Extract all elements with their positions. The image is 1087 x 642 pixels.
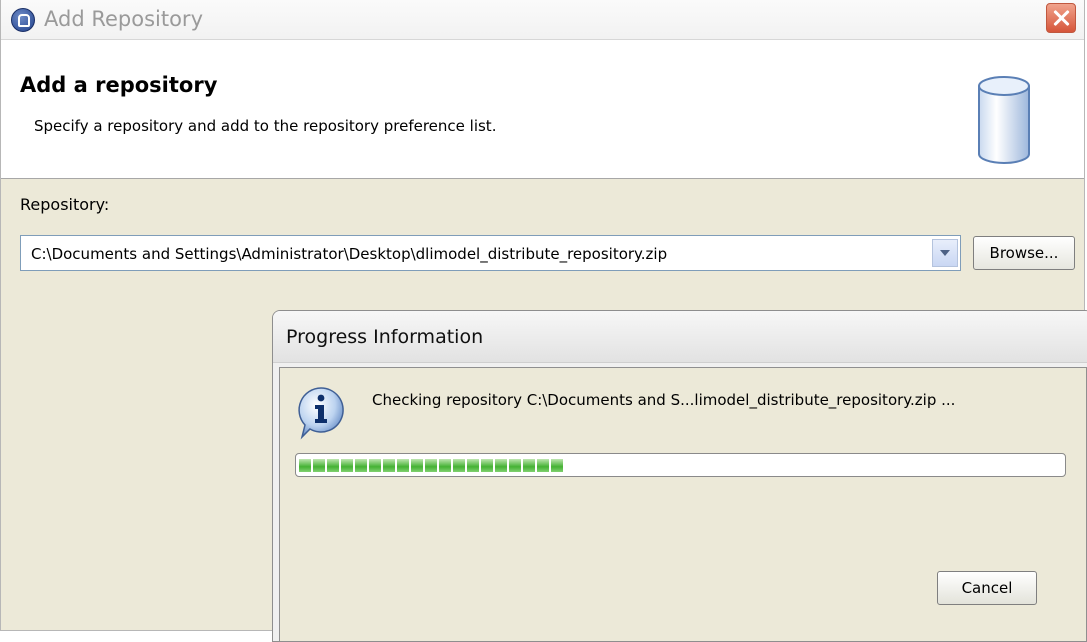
browse-button[interactable]: Browse... <box>973 236 1075 270</box>
header-description: Specify a repository and add to the repo… <box>34 117 497 135</box>
cancel-button[interactable]: Cancel <box>937 571 1037 605</box>
repository-label: Repository: <box>20 195 110 214</box>
progress-dialog: Progress Information Checking repository… <box>272 310 1087 642</box>
header-title: Add a repository <box>20 73 218 97</box>
progress-body: Checking repository C:\Documents and S..… <box>279 367 1087 641</box>
progress-title-bar: Progress Information <box>273 311 1087 363</box>
repository-value[interactable]: C:\Documents and Settings\Administrator\… <box>31 245 667 263</box>
chevron-down-icon[interactable] <box>932 239 958 267</box>
window-title: Add Repository <box>44 7 203 31</box>
repository-combo[interactable]: C:\Documents and Settings\Administrator\… <box>20 235 961 271</box>
info-icon <box>298 387 344 440</box>
repository-app-icon <box>11 8 35 32</box>
title-bar: Add Repository <box>1 0 1084 40</box>
progress-bar <box>295 453 1066 477</box>
progress-bar-fill <box>299 458 566 472</box>
close-icon[interactable] <box>1046 3 1076 33</box>
progress-title: Progress Information <box>286 326 484 348</box>
dialog-header: Add a repository Specify a repository an… <box>1 40 1084 179</box>
database-icon <box>978 76 1030 164</box>
progress-message: Checking repository C:\Documents and S..… <box>372 391 956 409</box>
